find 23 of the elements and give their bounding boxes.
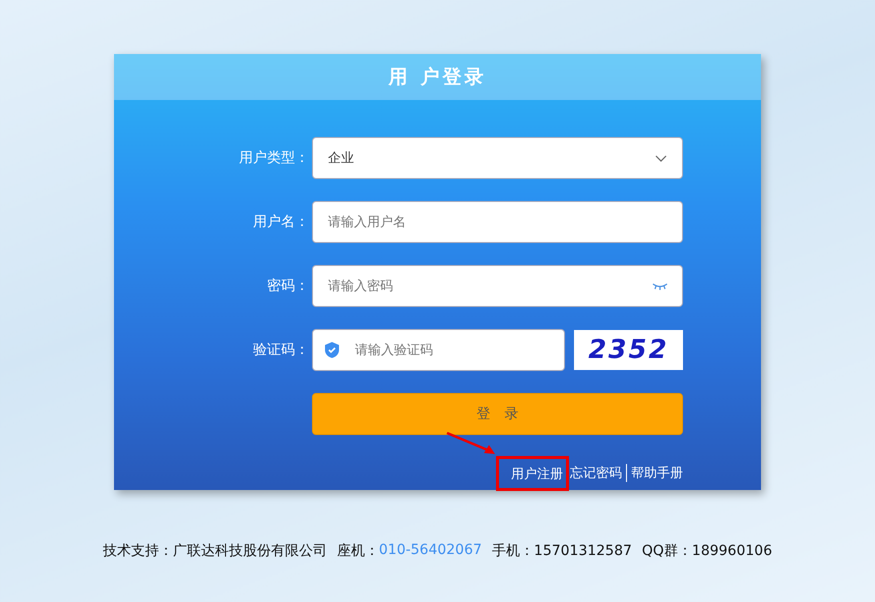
footer-text: 手机：15701312587 [492,542,632,560]
footer-text: 座机： [336,542,379,560]
password-field[interactable]: 请输入密码 [312,265,683,307]
field-label: 验证码： [252,341,310,359]
footer-text: QQ群：189960106 [642,542,772,560]
user-type-dropdown[interactable]: 企业 [312,137,683,179]
footer-link[interactable]: 忘记密码 [569,464,623,482]
closed-eye-icon[interactable] [652,282,668,290]
chevron-down-icon [655,154,667,162]
login-title: 用 户登录 [388,65,486,90]
login-button[interactable]: 登 录 [312,393,683,435]
captcha-field[interactable]: 请输入验证码 [312,329,565,371]
footer-text: 技术支持：广联达科技股份有限公司 [102,542,327,560]
footer-link[interactable]: 帮助手册 [630,464,684,482]
captcha-image[interactable]: 2352 [574,330,683,370]
field-label: 用户名： [252,213,310,231]
field-label: 用户类型： [238,149,310,167]
shield-check-icon [325,342,339,358]
field-label: 密码： [266,277,310,295]
footer-link[interactable]: 用户注册 [496,456,569,490]
username-field[interactable]: 请输入用户名 [312,201,683,243]
annotation-arrow [446,432,496,456]
phone-number: 010-56402067 [378,542,482,560]
